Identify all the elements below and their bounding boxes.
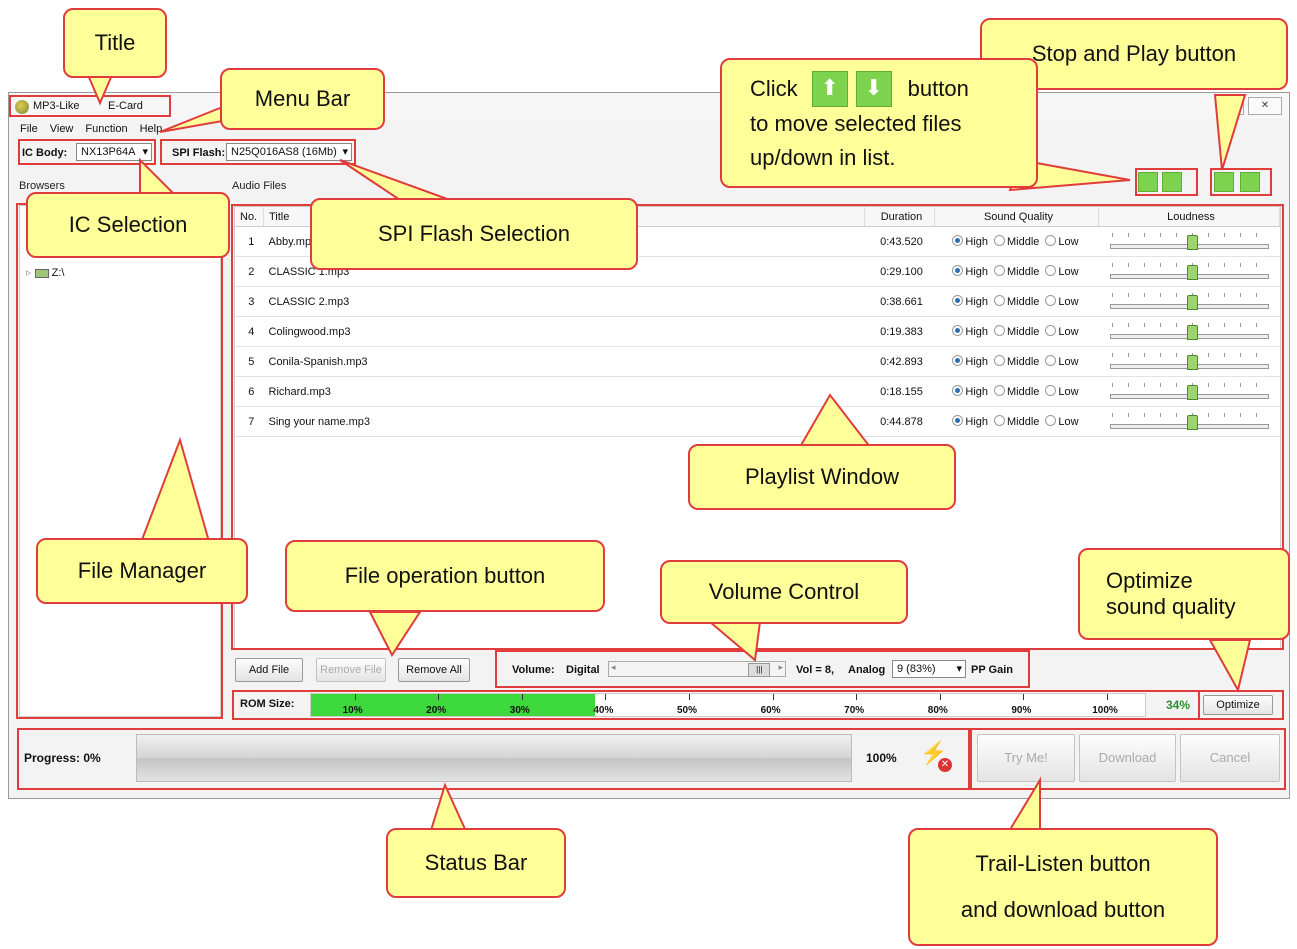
callout-menu-bar: Menu Bar: [220, 68, 385, 130]
status-highlight: [17, 728, 970, 790]
callout-optimize-line1: Optimize: [1106, 568, 1193, 593]
playlist-label: Audio Files: [232, 180, 287, 192]
menu-function[interactable]: Function: [85, 123, 127, 135]
arrow-down-icon: ⬇: [855, 71, 892, 107]
callout-trail: Trail-Listen button and download button: [908, 828, 1218, 946]
callout-status-bar: Status Bar: [386, 828, 566, 898]
callout-title: Title: [63, 8, 167, 78]
menu-help[interactable]: Help: [140, 123, 163, 135]
tree-item-drive[interactable]: ▹ Z:\: [26, 266, 65, 279]
expand-arrow-icon: ▹: [26, 267, 32, 279]
menu-bar: File View Function Help: [20, 123, 174, 135]
rom-highlight: [232, 690, 1284, 720]
callout-move-click: Click: [750, 76, 798, 101]
browser-label: Browsers: [19, 180, 65, 192]
volume-highlight: [495, 650, 1030, 688]
stop-play-highlight: [1210, 168, 1272, 196]
spi-selection-highlight: [160, 139, 356, 165]
callout-trail-line1: Trail-Listen button: [975, 851, 1151, 876]
close-icon[interactable]: ✕: [1248, 97, 1282, 115]
callout-spi-flash: SPI Flash Selection: [310, 198, 638, 270]
title-highlight: [9, 95, 171, 117]
menu-file[interactable]: File: [20, 123, 38, 135]
drive-icon: [34, 268, 49, 278]
callout-move-line2: to move selected files: [750, 111, 962, 136]
callout-trail-line2: and download button: [960, 897, 1166, 922]
callout-move: Click ⬆ ⬇ button to move selected files …: [720, 58, 1038, 188]
menu-view[interactable]: View: [50, 123, 74, 135]
remove-file-button[interactable]: Remove File: [316, 658, 386, 682]
ic-selection-highlight: [18, 139, 156, 165]
optimize-highlight: [1198, 690, 1284, 720]
callout-move-button-word: button: [907, 76, 969, 101]
title-bar: [9, 93, 1289, 119]
callout-optimize-line2: sound quality: [1106, 594, 1236, 619]
file-manager-highlight: [16, 203, 223, 719]
callout-file-manager: File Manager: [36, 538, 248, 604]
add-file-button[interactable]: Add File: [235, 658, 303, 682]
remove-all-button[interactable]: Remove All: [398, 658, 470, 682]
callout-move-line3: up/down in list.: [750, 145, 896, 170]
callout-ic-selection: IC Selection: [26, 192, 230, 258]
callout-file-operation: File operation button: [285, 540, 605, 612]
callout-playlist: Playlist Window: [688, 444, 956, 510]
callout-move-line1: Click ⬆ ⬇ button: [750, 71, 969, 107]
callout-optimize: Optimize sound quality: [1078, 548, 1290, 640]
callout-volume: Volume Control: [660, 560, 908, 624]
maximize-icon[interactable]: ❐: [1222, 97, 1244, 115]
arrow-up-icon: ⬆: [811, 71, 848, 107]
move-buttons-highlight: [1135, 168, 1198, 196]
action-highlight: [970, 728, 1286, 790]
drive-label: Z:\: [51, 267, 65, 279]
